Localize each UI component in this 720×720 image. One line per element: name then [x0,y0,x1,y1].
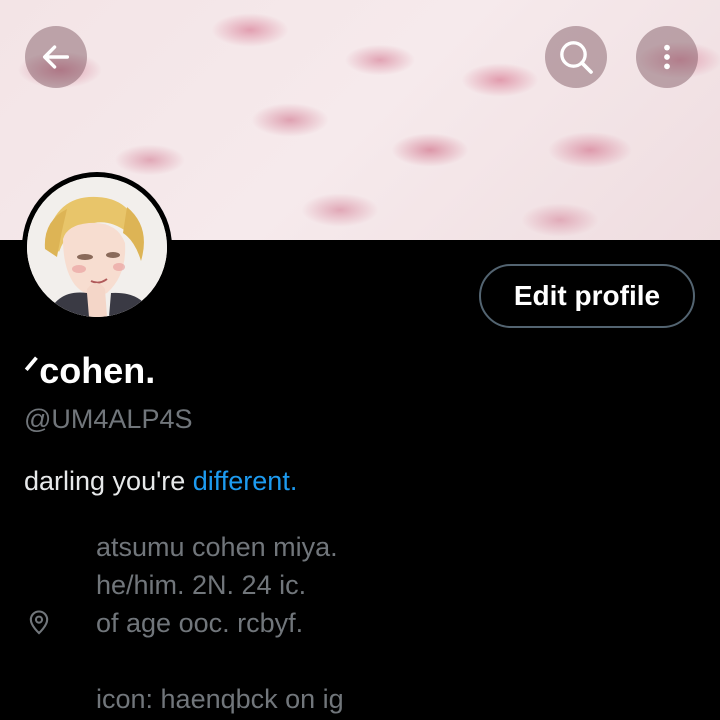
bio-link[interactable]: different. [193,466,298,496]
search-button[interactable] [545,26,607,88]
location-line [96,642,344,680]
arrow-left-icon [42,45,70,69]
username-handle: @UM4ALP4S [24,404,193,434]
location-details: atsumu cohen miya. he/him. 2N. 24 ic. of… [96,528,344,718]
location-line: atsumu cohen miya. [96,532,338,562]
location-line: of age ooc. rcbyf. [96,608,304,638]
bio: darling you're different. [24,466,297,497]
location-pin-icon [25,607,53,642]
search-icon [560,41,593,74]
more-vertical-icon [664,44,670,70]
more-button[interactable] [636,26,698,88]
avatar-image [27,177,167,317]
avatar[interactable] [22,172,172,322]
location-line: icon: haenqbck on ig [96,684,344,714]
location-line: he/him. 2N. 24 ic. [96,570,307,600]
bio-text: darling you're [24,466,193,496]
back-button[interactable] [25,26,87,88]
display-name: ᐟcohen. [24,350,156,391]
edit-profile-button[interactable]: Edit profile [479,264,695,328]
